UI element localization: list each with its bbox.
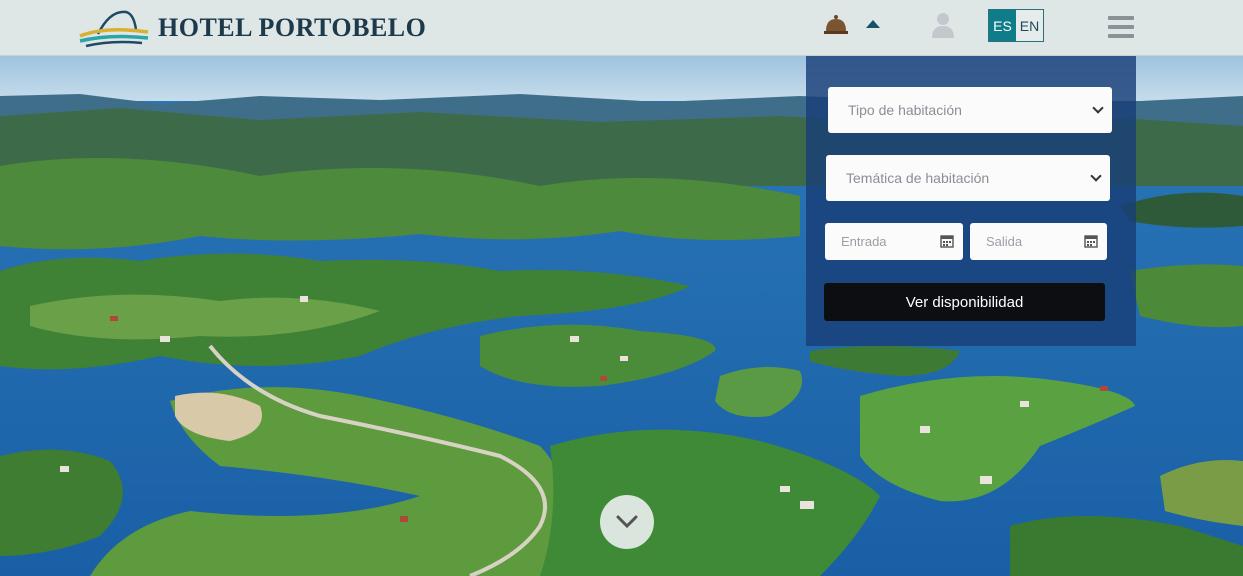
logo-mark-icon — [79, 10, 149, 48]
checkout-date-field[interactable]: Salida — [970, 223, 1107, 260]
chevron-down-icon — [1090, 170, 1102, 182]
checkout-placeholder: Salida — [986, 234, 1023, 249]
chevron-down-icon — [1092, 102, 1104, 114]
language-switcher: ES EN — [988, 9, 1044, 42]
hotel-logo[interactable]: HOTEL PORTOBELO — [76, 6, 426, 50]
calendar-icon[interactable] — [1084, 234, 1098, 248]
brand-name: HOTEL PORTOBELO — [158, 13, 427, 42]
caret-up-icon[interactable] — [866, 20, 880, 28]
room-theme-placeholder: Temática de habitación — [846, 170, 990, 186]
bell-icon[interactable] — [823, 14, 849, 41]
scroll-down-button[interactable] — [600, 495, 654, 549]
top-header: HOTEL PORTOBELO ES EN — [0, 0, 1243, 56]
chevron-down-icon — [616, 515, 638, 529]
user-icon[interactable] — [932, 12, 954, 43]
lang-es[interactable]: ES — [989, 10, 1016, 41]
checkin-placeholder: Entrada — [841, 234, 887, 249]
room-type-placeholder: Tipo de habitación — [848, 102, 962, 118]
room-theme-select[interactable]: Temática de habitación — [826, 155, 1110, 201]
menu-icon[interactable] — [1108, 16, 1134, 43]
lang-en[interactable]: EN — [1016, 10, 1043, 41]
check-availability-button[interactable]: Ver disponibilidad — [824, 283, 1105, 321]
calendar-icon[interactable] — [940, 234, 954, 248]
booking-panel: Tipo de habitación Temática de habitació… — [806, 56, 1136, 346]
checkin-date-field[interactable]: Entrada — [825, 223, 963, 260]
room-type-select[interactable]: Tipo de habitación — [828, 87, 1112, 133]
